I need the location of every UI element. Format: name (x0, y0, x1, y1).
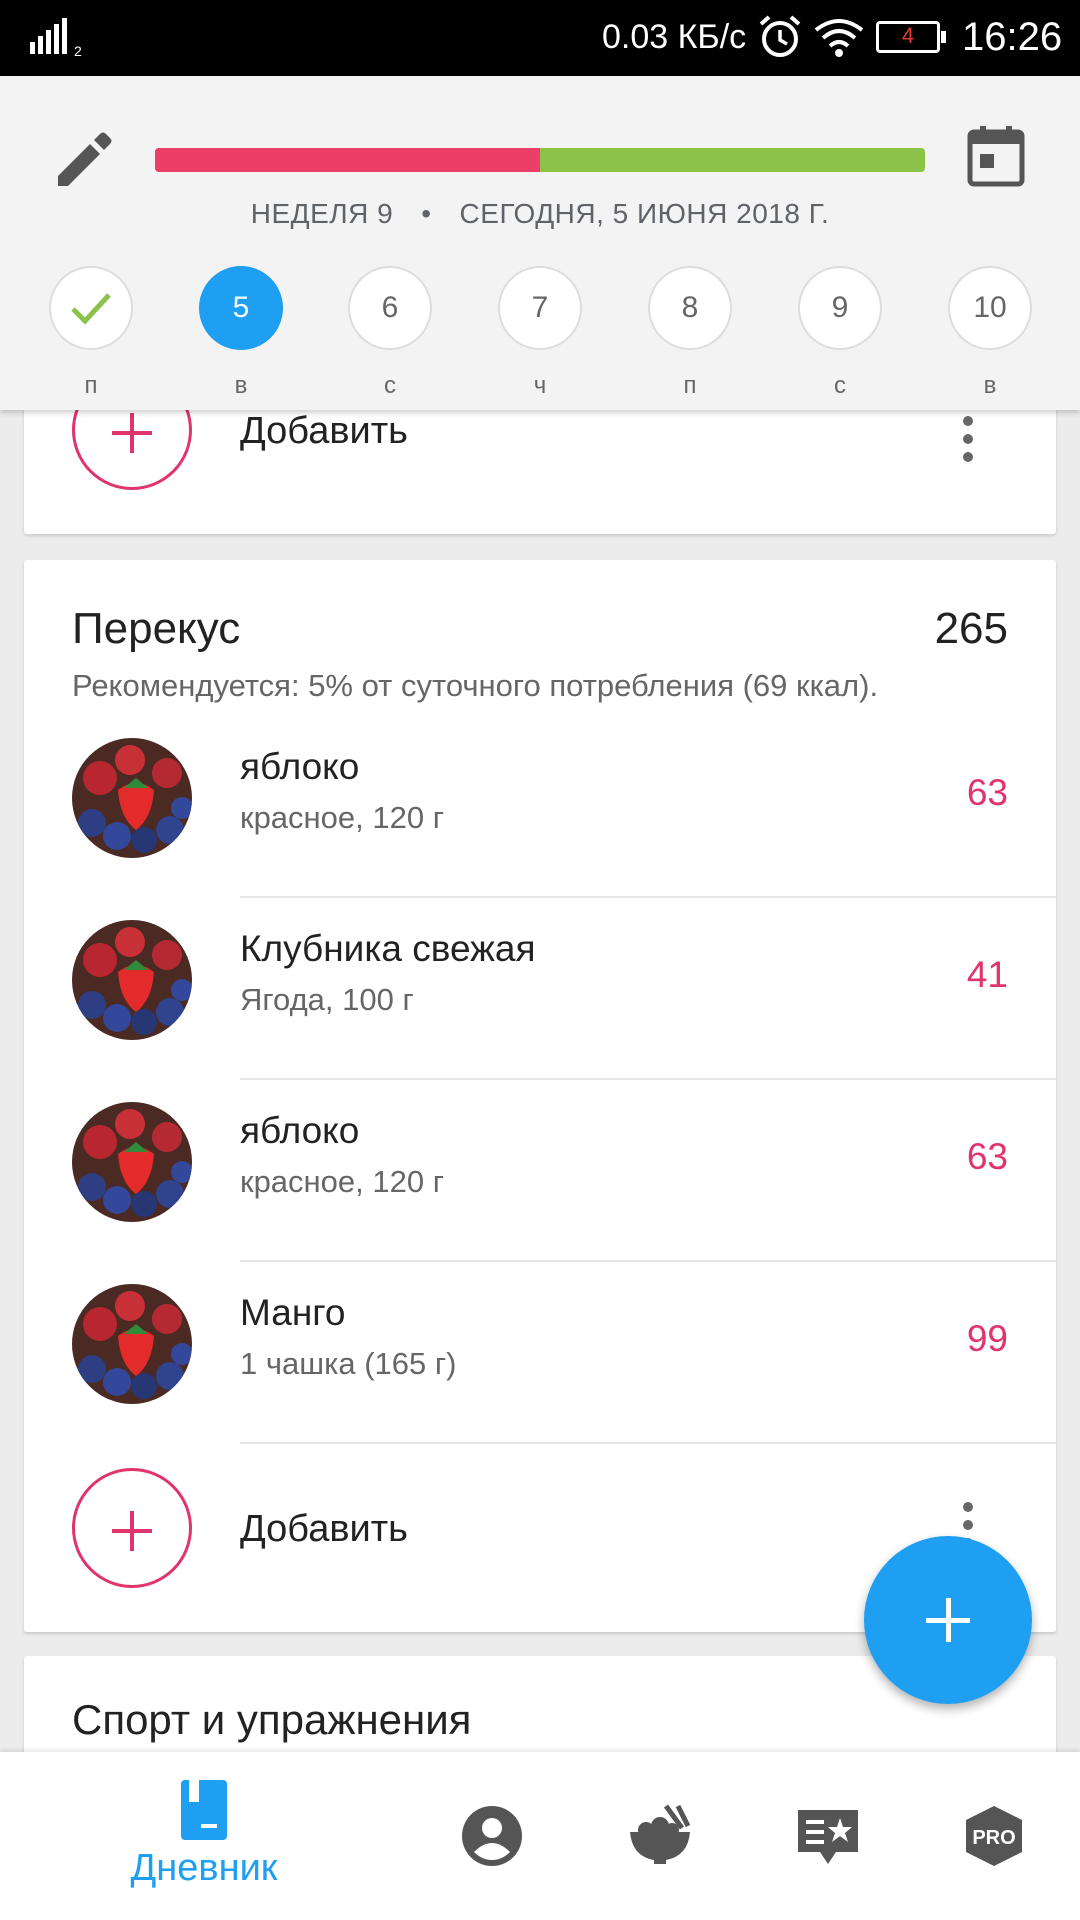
bottom-navigation: Дневник PRO (0, 1752, 1080, 1920)
battery-icon: 4 (876, 21, 946, 53)
day-letter: в (234, 372, 248, 399)
food-kcal: 63 (966, 1136, 1008, 1177)
sport-title: Спорт и упражнения (72, 1696, 472, 1743)
profile-icon[interactable] (460, 1804, 524, 1868)
day-letter: с (384, 372, 396, 399)
add-food-button[interactable] (72, 1468, 192, 1588)
signal-sim-label: 2 (74, 43, 82, 58)
day-4[interactable]: 8 п (640, 266, 740, 400)
alarm-icon (759, 15, 801, 57)
food-name: Манго (240, 1292, 346, 1333)
day-circle: 8 (648, 266, 732, 350)
signal-icon: 2 (30, 18, 82, 58)
day-2[interactable]: 6 с (340, 266, 440, 400)
food-item[interactable]: яблоко красное, 120 г 63 (24, 716, 1056, 898)
nav-diary-label: Дневник (130, 1847, 278, 1889)
day-letter: с (834, 372, 846, 399)
wifi-icon (814, 19, 864, 57)
meal-total-kcal: 265 (934, 604, 1008, 653)
clock: 16:26 (962, 15, 1063, 59)
nav-diary[interactable]: Дневник (104, 1752, 304, 1920)
day-1[interactable]: 5 в (191, 266, 291, 400)
recipes-icon[interactable] (626, 1804, 694, 1868)
check-icon (71, 293, 111, 325)
day-5[interactable]: 9 с (790, 266, 890, 400)
pro-icon[interactable]: PRO (962, 1804, 1026, 1868)
food-kcal: 99 (966, 1318, 1008, 1359)
day-circle: 6 (348, 266, 432, 350)
food-name: Клубника свежая (240, 928, 536, 969)
food-kcal: 41 (966, 954, 1008, 995)
food-item[interactable]: яблоко красное, 120 г 63 (24, 1080, 1056, 1262)
day-circle (49, 266, 133, 350)
more-options-icon[interactable] (958, 416, 978, 476)
day-circle: 10 (948, 266, 1032, 350)
food-description: красное, 120 г (240, 1164, 445, 1199)
battery-level: 4 (901, 23, 915, 48)
day-letter: в (983, 372, 997, 399)
divider (240, 1442, 1056, 1444)
status-bar: 2 0.03 КБ/с 4 16:26 (0, 0, 1080, 76)
separator-dot: • (421, 198, 432, 229)
food-description: Ягода, 100 г (240, 982, 414, 1017)
tips-icon[interactable] (796, 1804, 860, 1868)
day-letter: ч (533, 372, 547, 399)
meal-title: Перекус (72, 604, 241, 653)
food-item[interactable]: Манго 1 чашка (165 г) 99 (24, 1262, 1056, 1444)
day-letter: п (84, 372, 98, 399)
diary-icon (181, 1780, 227, 1840)
berries-thumbnail (72, 738, 192, 858)
food-description: 1 чашка (165 г) (240, 1346, 457, 1381)
berries-thumbnail (72, 1284, 192, 1404)
day-circle: 9 (798, 266, 882, 350)
day-circle-active: 5 (199, 266, 283, 350)
food-name: яблоко (240, 1110, 360, 1151)
berries-thumbnail (72, 1102, 192, 1222)
add-food-label[interactable]: Добавить (240, 410, 408, 453)
calorie-progress-bar (155, 148, 925, 172)
meal-recommendation: Рекомендуется: 5% от суточного потреблен… (72, 668, 879, 703)
week-label: НЕДЕЛЯ 9 (250, 198, 394, 229)
day-3[interactable]: 7 ч (490, 266, 590, 400)
food-item[interactable]: Клубника свежая Ягода, 100 г 41 (24, 898, 1056, 1080)
day-0[interactable]: п (41, 266, 141, 400)
calorie-progress-fill (155, 148, 540, 172)
day-6[interactable]: 10 в (940, 266, 1040, 400)
food-name: яблоко (240, 746, 360, 787)
day-circle: 7 (498, 266, 582, 350)
week-date-line: НЕДЕЛЯ 9 • СЕГОДНЯ, 5 ИЮНЯ 2018 Г. (0, 198, 1080, 230)
edit-icon[interactable] (52, 128, 116, 192)
pro-label: PRO (972, 1827, 1015, 1849)
diary-header: НЕДЕЛЯ 9 • СЕГОДНЯ, 5 ИЮНЯ 2018 Г. п 5 в 6… (0, 76, 1080, 410)
net-speed: 0.03 КБ/с (602, 18, 747, 56)
meal-card-snack: Перекус 265 Рекомендуется: 5% от суточно… (24, 560, 1056, 1632)
food-kcal: 63 (966, 772, 1008, 813)
add-food-label[interactable]: Добавить (240, 1508, 408, 1551)
week-day-selector: п 5 в 6 с 7 ч 8 п 9 с 10 в (0, 266, 1080, 399)
day-letter: п (683, 372, 697, 399)
calendar-icon[interactable] (966, 124, 1026, 188)
food-description: красное, 120 г (240, 800, 445, 835)
date-label: СЕГОДНЯ, 5 ИЮНЯ 2018 Г. (459, 198, 830, 229)
add-fab-button[interactable] (864, 1536, 1032, 1704)
berries-thumbnail (72, 920, 192, 1040)
